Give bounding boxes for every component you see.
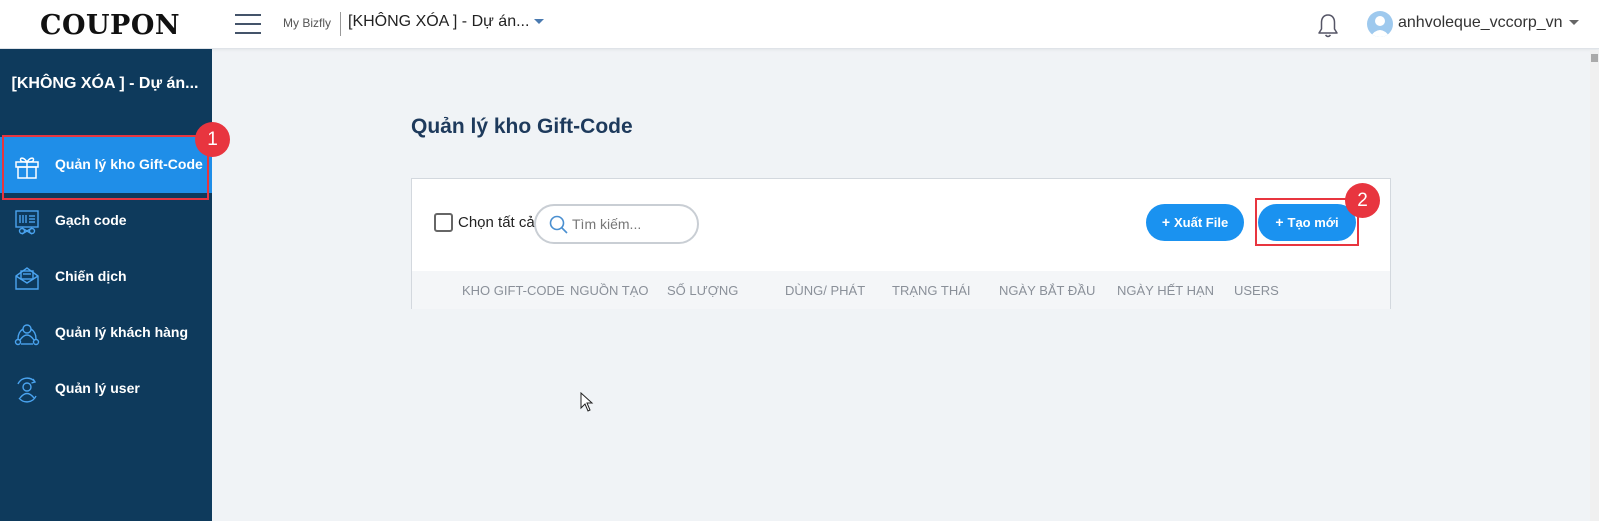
avatar-person-icon — [1370, 16, 1390, 37]
gift-code-card: Chọn tất cả +Xuất File +Tạo mới KHO GIFT… — [411, 178, 1391, 309]
project-select-label: [KHÔNG XÓA ] - Dự án... — [348, 13, 530, 30]
search-box[interactable] — [534, 204, 699, 244]
hamburger-menu-icon[interactable] — [235, 14, 261, 35]
sidebar-item-label: Quản lý user — [55, 380, 140, 396]
plus-icon: + — [1161, 214, 1170, 230]
search-icon — [549, 215, 568, 234]
column-header[interactable]: USERS — [1234, 283, 1279, 298]
annotation-badge-2: 2 — [1345, 183, 1380, 218]
annotation-badge-1: 1 — [195, 122, 230, 157]
chevron-down-icon — [534, 19, 545, 25]
column-header[interactable]: SỐ LƯỢNG — [667, 283, 738, 298]
my-bizfly-link[interactable]: My Bizfly — [283, 16, 331, 30]
chevron-down-icon — [1568, 20, 1579, 26]
sidebar-item-label: Chiến dịch — [55, 268, 127, 284]
user-menu[interactable]: anhvoleque_vccorp_vn — [1398, 14, 1579, 32]
column-header[interactable]: KHO GIFT-CODE — [462, 283, 565, 298]
select-all-label: Chọn tất cả — [458, 214, 535, 231]
bell-icon[interactable] — [1316, 13, 1340, 39]
sidebar-item-users[interactable]: Quản lý user — [0, 361, 212, 417]
page-scrollbar[interactable] — [1590, 50, 1599, 521]
top-header: COUPON My Bizfly [KHÔNG XÓA ] - Dự án...… — [0, 0, 1599, 49]
user-name-label: anhvoleque_vccorp_vn — [1398, 14, 1563, 31]
customers-icon — [14, 324, 40, 346]
page-title: Quản lý kho Gift-Code — [411, 115, 633, 138]
export-file-label: Xuất File — [1174, 215, 1229, 230]
avatar[interactable] — [1367, 11, 1393, 37]
column-header[interactable]: NGÀY BẮT ĐẦU — [999, 283, 1095, 298]
sidebar-item-label: Quản lý khách hàng — [55, 324, 189, 340]
table-header: KHO GIFT-CODE NGUỒN TẠO SỐ LƯỢNG DÙNG/ P… — [412, 271, 1390, 309]
column-header[interactable]: DÙNG/ PHÁT — [785, 283, 865, 298]
select-all-checkbox[interactable]: Chọn tất cả — [434, 213, 535, 232]
sidebar-item-label: Gạch code — [55, 212, 127, 228]
search-input[interactable] — [572, 214, 692, 234]
sidebar-item-gach-code[interactable]: Gạch code — [0, 193, 212, 249]
scrollbar-thumb[interactable] — [1591, 54, 1598, 62]
mouse-cursor-icon — [580, 392, 594, 412]
annotation-highlight-2 — [1255, 198, 1359, 246]
user-manage-icon — [17, 377, 37, 403]
code-scan-icon — [15, 210, 39, 235]
app-logo[interactable]: COUPON — [40, 10, 180, 41]
export-file-button[interactable]: + Xuất File — [1146, 204, 1244, 241]
column-header[interactable]: NGÀY HẾT HẠN — [1117, 283, 1214, 298]
sidebar-item-chien-dich[interactable]: Chiến dịch — [0, 249, 212, 305]
column-header[interactable]: NGUỒN TẠO — [570, 283, 649, 298]
sidebar-item-customers[interactable]: Quản lý khách hàng — [0, 305, 212, 361]
annotation-highlight-1 — [2, 135, 209, 200]
column-header[interactable]: TRẠNG THÁI — [892, 283, 971, 298]
campaign-icon — [15, 267, 39, 290]
project-select[interactable]: [KHÔNG XÓA ] - Dự án... — [348, 13, 545, 31]
checkbox-box[interactable] — [434, 213, 453, 232]
sidebar-project-title: [KHÔNG XÓA ] - Dự án... — [11, 75, 199, 92]
header-divider — [340, 12, 341, 36]
sidebar: [KHÔNG XÓA ] - Dự án... Quản lý kho Gift… — [0, 49, 212, 521]
